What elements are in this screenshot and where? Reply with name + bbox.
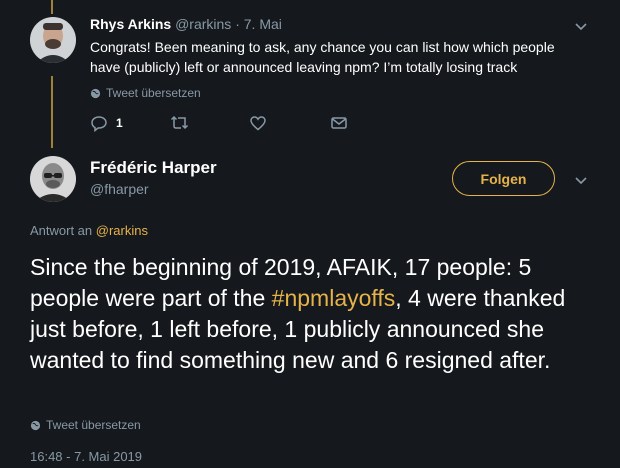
avatar-rhys[interactable] [30, 17, 76, 63]
reply-button[interactable]: 1 [90, 114, 123, 132]
message-button[interactable] [330, 114, 348, 132]
tweet-timestamp[interactable]: 16:48 - 7. Mai 2019 [30, 449, 142, 464]
reply-to-handle-link[interactable]: @rarkins [96, 223, 148, 238]
thread-line [51, 76, 53, 148]
reply-header: Rhys Arkins @rarkins · 7. Mai [90, 16, 282, 32]
thread-line-top [51, 0, 53, 14]
hashtag-link[interactable]: #npmlayoffs [272, 285, 396, 311]
reply-to-line: Antwort an @rarkins [30, 223, 148, 238]
globe-icon [30, 420, 41, 430]
reply-actions: 1 [90, 114, 360, 136]
like-button[interactable] [249, 114, 267, 132]
reply-author-handle[interactable]: @rarkins [175, 16, 231, 32]
follow-button[interactable]: Folgen [452, 161, 555, 196]
chevron-down-icon[interactable] [573, 18, 589, 34]
reply-translate-label: Tweet übersetzen [106, 86, 201, 100]
main-author-handle[interactable]: @fharper [90, 181, 149, 197]
main-translate-label: Tweet übersetzen [46, 418, 141, 432]
globe-icon [90, 88, 101, 98]
reply-to-prefix: Antwort an [30, 223, 96, 238]
chevron-down-icon[interactable] [573, 172, 589, 188]
reply-date[interactable]: 7. Mai [244, 16, 282, 32]
main-author-name[interactable]: Frédéric Harper [90, 158, 217, 178]
retweet-icon [170, 115, 189, 130]
retweet-button[interactable] [170, 114, 190, 132]
avatar-frederic[interactable] [30, 156, 76, 202]
reply-text: Congrats! Been meaning to ask, any chanc… [90, 39, 555, 75]
main-translate-link[interactable]: Tweet übersetzen [30, 418, 141, 432]
like-icon [250, 116, 266, 131]
reply-author-name[interactable]: Rhys Arkins [90, 16, 171, 32]
reply-separator: · [235, 16, 240, 32]
reply-count: 1 [116, 116, 123, 130]
main-tweet-text: Since the beginning of 2019, AFAIK, 17 p… [30, 252, 600, 376]
reply-icon [91, 116, 107, 132]
message-icon [331, 117, 347, 129]
reply-translate-link[interactable]: Tweet übersetzen [90, 86, 201, 100]
